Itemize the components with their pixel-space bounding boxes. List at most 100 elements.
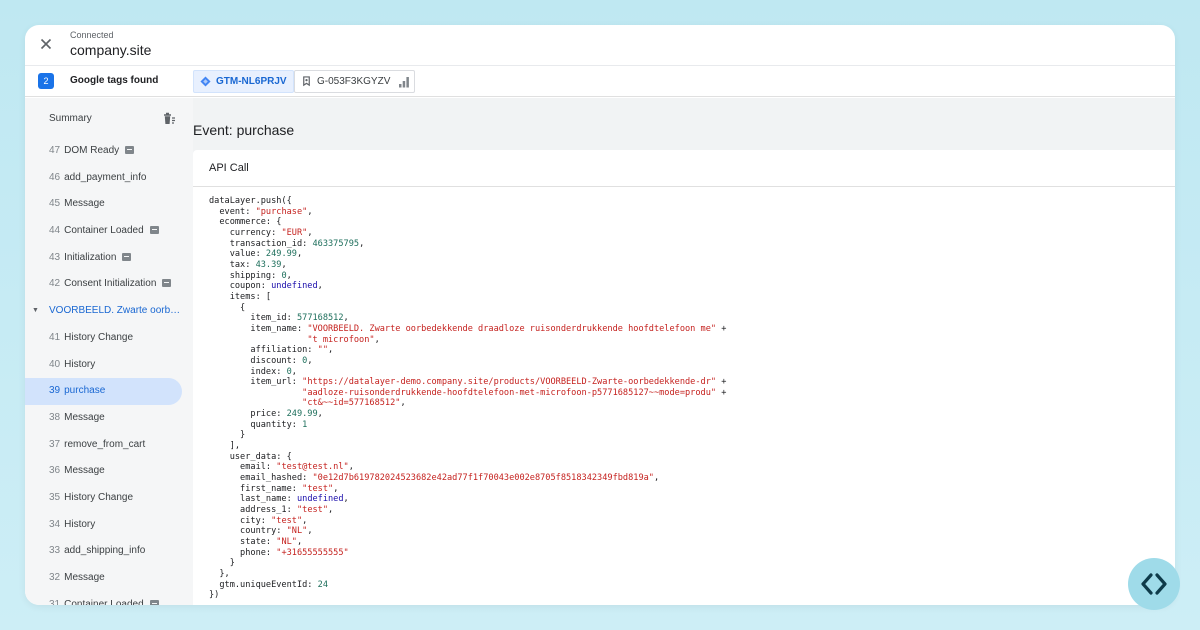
collapse-caret-icon[interactable]: ▼ [32, 298, 39, 325]
code-string: "test" [302, 483, 334, 494]
code-line: currency: "EUR", [209, 228, 1159, 239]
code-string: "" [317, 345, 329, 356]
event-label: Message [64, 198, 105, 210]
event-label: DOM Ready [64, 145, 120, 156]
close-button[interactable] [37, 35, 55, 53]
code-embed-button[interactable] [1128, 558, 1180, 610]
header: Connected company.site [25, 25, 1175, 65]
code-text: item_url: [209, 377, 303, 388]
code-line: tax: 43.39, [209, 260, 1159, 271]
event-item[interactable]: 41 History Change [25, 325, 193, 352]
code-text: ], [209, 441, 241, 452]
event-number: 45 [49, 198, 61, 210]
code-number: 1 [302, 419, 308, 430]
event-label: Message [64, 411, 105, 423]
event-item[interactable]: 39 purchase [25, 378, 182, 405]
code-text: dataLayer.push({ [209, 196, 292, 206]
event-number: 34 [49, 518, 61, 530]
event-item[interactable]: 45 Message [25, 191, 193, 218]
event-item[interactable]: 33 add_shipping_info [25, 538, 193, 565]
code-text: , [328, 345, 334, 356]
code-text: state: [209, 537, 277, 547]
code-string: "aadloze-ruisonderdrukkende-hoofdtelefoo… [302, 387, 717, 398]
event-item[interactable]: 38 Message [25, 405, 193, 432]
code-line: email: "test@test.nl", [209, 462, 1159, 473]
tags-bar: 2 Google tags found GTM-NL6PRJV G-053F3K… [25, 65, 1175, 97]
code-line: "t microfoon", [209, 335, 1159, 346]
api-call-card: API Call dataLayer.push({ event: "purcha… [193, 150, 1175, 605]
code-line: }) [209, 590, 1159, 601]
event-item[interactable]: 37 remove_from_cart [25, 432, 193, 459]
code-text: email_hashed: [209, 473, 313, 484]
code-line: address_1: "test", [209, 505, 1159, 516]
event-number: 37 [49, 438, 61, 450]
code-keyword: undefined [271, 281, 318, 292]
event-item[interactable]: 43 Initialization [25, 245, 193, 272]
code-line: affiliation: "", [209, 345, 1159, 356]
code-text: , [296, 537, 303, 547]
code-line: dataLayer.push({ [209, 196, 1159, 207]
event-item[interactable]: 44 Container Loaded [25, 218, 193, 245]
summary-item[interactable]: Summary [25, 98, 193, 138]
event-list: 47 DOM Ready 46 add_payment_info 45 Message 44… [25, 138, 193, 605]
code-text: country: [209, 526, 287, 537]
code-line: "aadloze-ruisonderdrukkende-hoofdtelefoo… [209, 388, 1159, 399]
event-label: Container Loaded [64, 598, 144, 605]
event-item[interactable]: 36 Message [25, 458, 193, 485]
event-item[interactable]: 32 Message [25, 565, 193, 592]
page-group-item[interactable]: ▼ VOORBEELD. Zwarte oorb… [25, 298, 193, 325]
event-item[interactable]: 40 History [25, 352, 193, 379]
event-label: purchase [64, 385, 106, 397]
code-line: value: 249.99, [209, 249, 1159, 260]
event-item[interactable]: 31 Container Loaded [25, 592, 193, 605]
event-item[interactable]: 46 add_payment_info [25, 165, 193, 192]
code-text: index: [209, 366, 287, 377]
code-text: , [348, 462, 354, 473]
code-text: , [317, 281, 323, 292]
code-line: country: "NL", [209, 526, 1159, 537]
code-text: , [286, 270, 292, 281]
connection-status: Connected [70, 30, 114, 40]
api-command-icon [149, 599, 159, 605]
code-brackets-icon [1141, 573, 1167, 595]
tag-chip-ga[interactable]: G-053F3KGYZV [294, 70, 416, 93]
code-text: , [307, 355, 313, 366]
event-number: 36 [49, 465, 61, 477]
code-text: user_data: { [209, 451, 292, 462]
code-text: items: [ [209, 291, 272, 302]
event-number: 44 [49, 225, 61, 237]
event-label: History [64, 358, 96, 370]
analytics-bars-icon [399, 77, 410, 88]
code-text: , [317, 409, 323, 420]
code-text: first_name: [209, 483, 303, 494]
event-item[interactable]: 34 History [25, 512, 193, 539]
code-text: city: [209, 515, 272, 526]
code-line: item_id: 577168512, [209, 313, 1159, 324]
code-line: user_data: { [209, 452, 1159, 463]
code-text: transaction_id: [209, 238, 313, 249]
event-item[interactable]: 35 History Change [25, 485, 193, 512]
event-label: VOORBEELD. Zwarte oorb… [49, 305, 181, 317]
code-number: 24 [317, 579, 329, 590]
code-line: email_hashed: "0e12d7b619782024523682e42… [209, 473, 1159, 484]
code-number: 577168512 [296, 313, 344, 324]
code-line: event: "purchase", [209, 207, 1159, 218]
code-line: price: 249.99, [209, 409, 1159, 420]
code-string: "t microfoon" [307, 334, 375, 345]
close-icon [40, 38, 52, 50]
code-line: quantity: 1 [209, 420, 1159, 431]
code-string: "ct&~~id=577168512" [302, 398, 401, 409]
tag-chip-gtm[interactable]: GTM-NL6PRJV [193, 70, 294, 93]
code-line: index: 0, [209, 367, 1159, 378]
code-text: ecommerce: { [209, 217, 282, 228]
event-item[interactable]: 42 Consent Initialization [25, 271, 193, 298]
code-text: , [343, 494, 349, 505]
event-label: Message [64, 572, 105, 583]
event-item[interactable]: 47 DOM Ready [25, 138, 193, 165]
code-string: "EUR" [281, 227, 308, 238]
code-line: coupon: undefined, [209, 281, 1159, 292]
code-text: , [343, 313, 349, 324]
clear-messages-icon[interactable] [162, 112, 176, 126]
code-text: , [400, 398, 406, 409]
